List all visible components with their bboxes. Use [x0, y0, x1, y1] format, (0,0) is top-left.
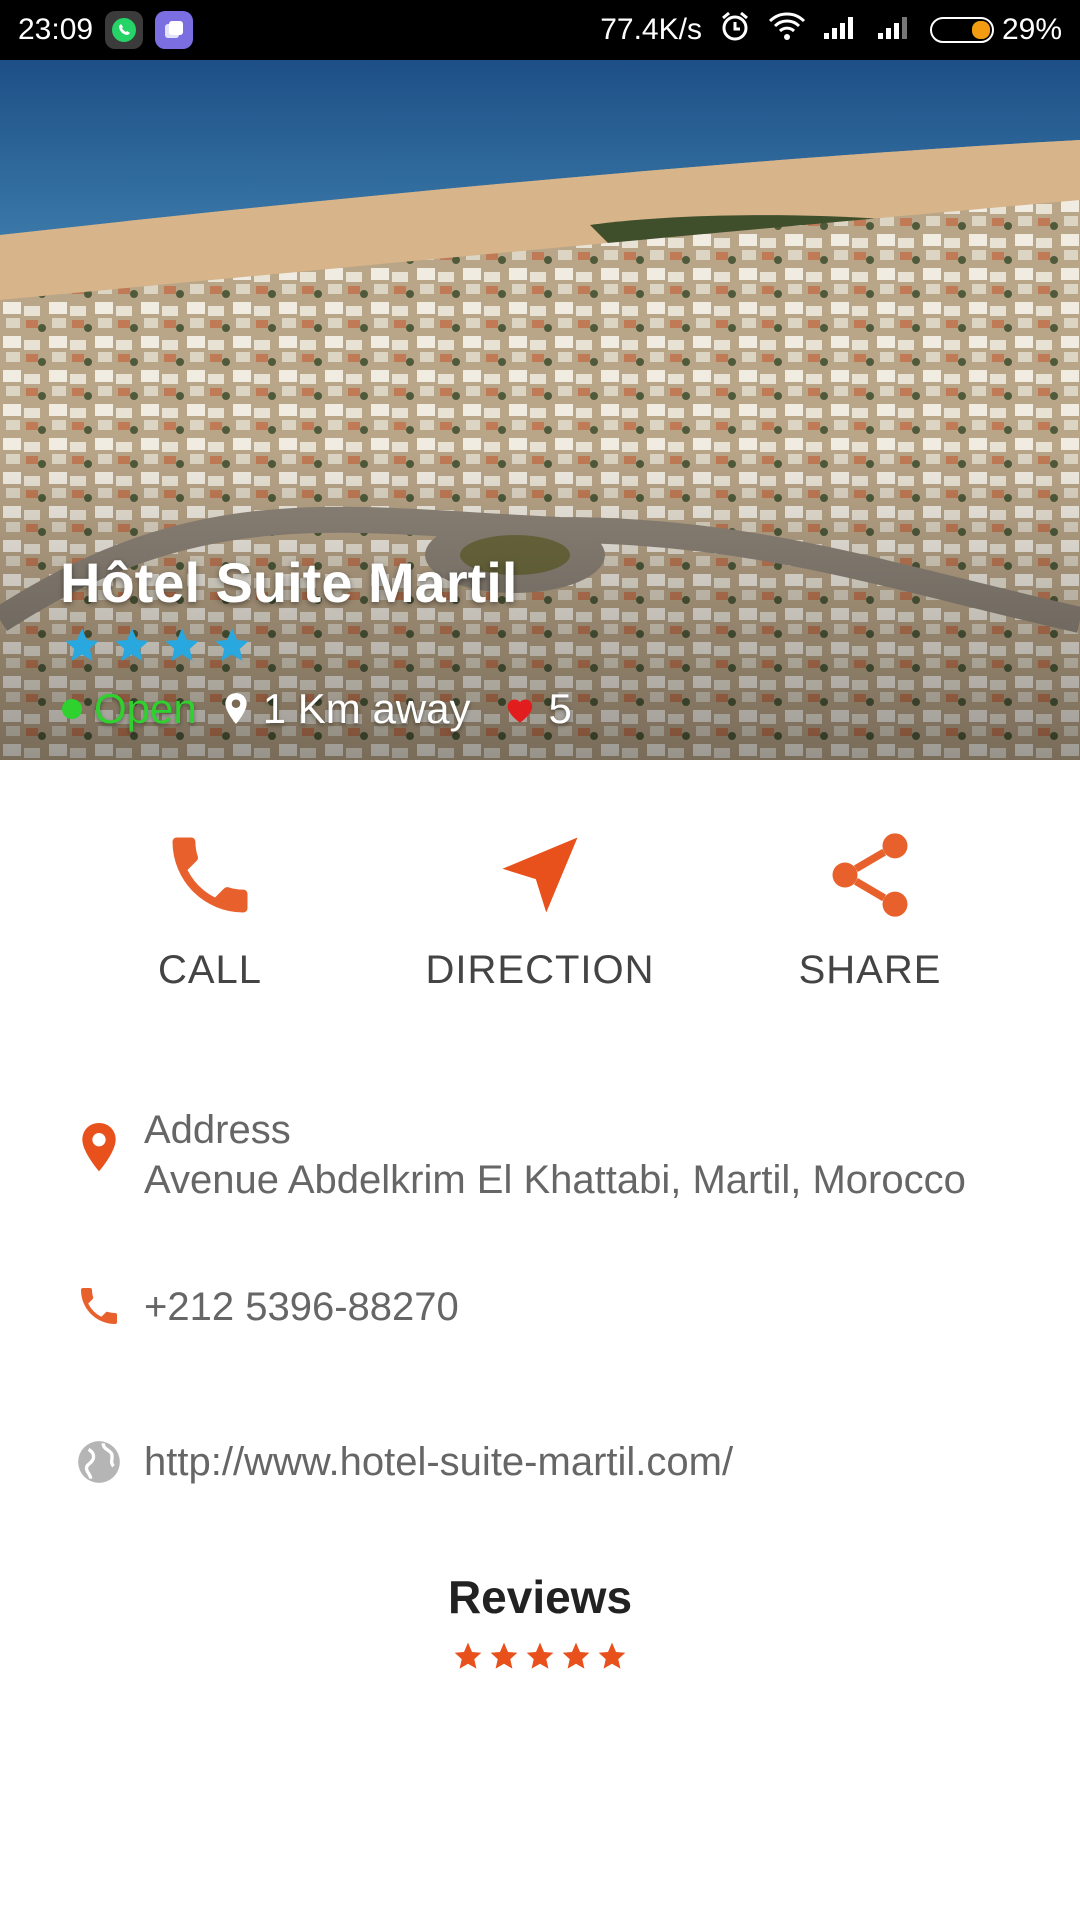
star-icon: [165, 628, 199, 661]
hotel-name: Hôtel Suite Martil: [60, 551, 518, 614]
signal-icon: [822, 11, 860, 49]
address-label: Address: [144, 1108, 291, 1152]
likes-count: 5: [548, 685, 572, 732]
star-icon: [490, 1642, 518, 1669]
battery-icon: 29%: [929, 13, 1062, 47]
navigation-arrow-icon: [502, 837, 578, 913]
address-row[interactable]: Address Avenue Abdelkrim El Khattabi, Ma…: [72, 1105, 966, 1205]
reviews-star-rating[interactable]: [0, 1640, 1080, 1672]
likes-count-group[interactable]: 5: [503, 685, 572, 733]
website-link[interactable]: http://www.hotel-suite-martil.com/: [144, 1437, 733, 1487]
globe-icon: [78, 1441, 120, 1483]
star-icon: [562, 1642, 590, 1669]
signal-icon: [876, 11, 914, 49]
phone-number: +212 5396-88270: [144, 1285, 459, 1329]
phone-icon: [81, 1288, 117, 1324]
star-icon: [526, 1642, 554, 1669]
star-icon: [454, 1642, 482, 1669]
phone-row[interactable]: +212 5396-88270: [72, 1282, 459, 1332]
open-status-dot: [62, 699, 82, 719]
alarm-icon: [718, 9, 752, 51]
website-row[interactable]: http://www.hotel-suite-martil.com/: [72, 1437, 733, 1487]
star-icon: [215, 628, 249, 661]
heart-icon: [507, 699, 532, 723]
share-label: SHARE: [798, 948, 942, 992]
star-icon: [65, 628, 99, 661]
share-icon: [832, 833, 908, 917]
app-icon: [155, 11, 194, 49]
status-bar: 23:09 77.4K/s 29%: [0, 0, 1080, 60]
action-bar: CALL DIRECTION SHARE: [0, 820, 1080, 1020]
battery-level: 29%: [1001, 13, 1062, 46]
location-pin-icon: [82, 1123, 116, 1172]
star-icon: [598, 1642, 626, 1669]
network-speed: 77.4K/s: [600, 13, 702, 46]
star-icon: [115, 628, 149, 661]
open-status: Open: [94, 685, 197, 732]
direction-button[interactable]: DIRECTION: [390, 820, 690, 993]
share-button[interactable]: SHARE: [720, 820, 1020, 993]
status-time: 23:09: [18, 13, 94, 46]
distance-text: 1 Km away: [262, 685, 471, 732]
hotel-star-rating: [62, 625, 252, 665]
direction-label: DIRECTION: [425, 948, 655, 992]
phone-icon: [172, 837, 248, 913]
whatsapp-icon: [105, 11, 144, 49]
location-pin-icon: [225, 693, 247, 724]
address-value: Avenue Abdelkrim El Khattabi, Martil, Mo…: [144, 1158, 966, 1202]
hotel-photo-gallery[interactable]: Hôtel Suite Martil Open 1 Km away 5: [0, 60, 1080, 760]
call-button[interactable]: CALL: [60, 820, 360, 993]
reviews-heading: Reviews: [447, 1571, 633, 1623]
call-label: CALL: [157, 948, 263, 992]
wifi-icon: [768, 11, 806, 49]
hotel-meta-row: Open 1 Km away 5: [62, 685, 572, 733]
